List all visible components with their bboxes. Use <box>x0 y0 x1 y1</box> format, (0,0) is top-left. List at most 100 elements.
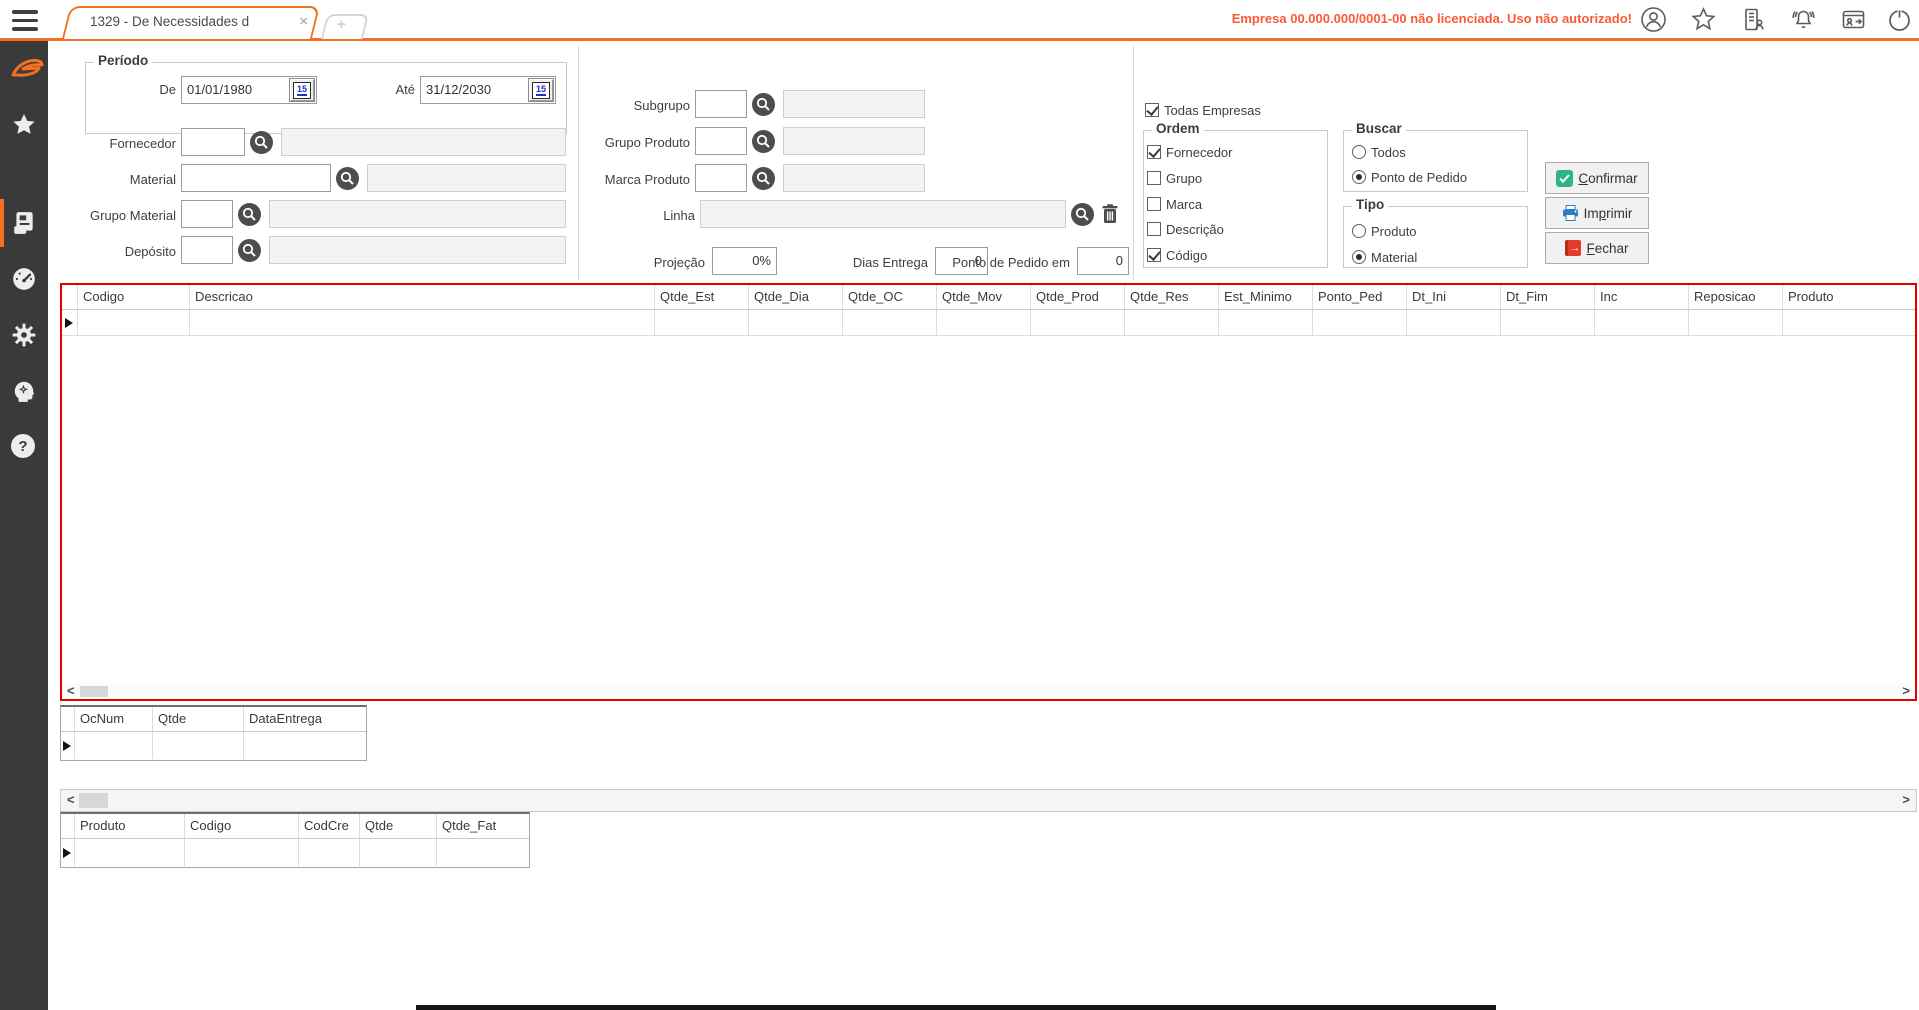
column-header[interactable]: OcNum <box>75 707 153 732</box>
sidebar-help-icon[interactable]: ? <box>11 434 37 460</box>
grid-cell[interactable] <box>360 839 437 866</box>
grid-cell[interactable] <box>1689 310 1783 336</box>
buscar-todos-label[interactable]: Todos <box>1371 145 1406 160</box>
tab-close-icon[interactable]: × <box>299 13 308 30</box>
app-logo[interactable] <box>11 55 44 85</box>
column-header[interactable]: Dt_Ini <box>1407 285 1501 310</box>
scroll-left-icon[interactable]: < <box>67 684 75 697</box>
grid-cell[interactable] <box>749 310 843 336</box>
grupo-material-search-icon[interactable] <box>238 203 261 226</box>
sidebar-reports-icon[interactable] <box>11 210 37 236</box>
column-header[interactable]: Qtde_Res <box>1125 285 1219 310</box>
favorites-star-icon[interactable] <box>1690 6 1717 33</box>
ate-calendar-button[interactable]: 15 <box>528 78 554 102</box>
grid-cell[interactable] <box>843 310 937 336</box>
de-calendar-button[interactable]: 15 <box>289 78 315 102</box>
grid-cell[interactable] <box>185 839 299 866</box>
material-search-icon[interactable] <box>336 167 359 190</box>
column-header[interactable]: Est_Minimo <box>1219 285 1313 310</box>
ordem-grupo-checkbox[interactable] <box>1147 171 1161 185</box>
table-row[interactable] <box>61 839 529 866</box>
column-header[interactable]: Reposicao <box>1689 285 1783 310</box>
tipo-material-radio[interactable] <box>1352 250 1366 264</box>
column-header[interactable]: Inc <box>1595 285 1689 310</box>
column-header[interactable]: Qtde_Prod <box>1031 285 1125 310</box>
hscroll-thumb[interactable] <box>80 686 108 697</box>
todas-empresas-checkbox[interactable] <box>1145 103 1159 117</box>
tipo-produto-radio[interactable] <box>1352 224 1366 238</box>
user-profile-icon[interactable] <box>1640 6 1667 33</box>
deposito-code-input[interactable] <box>181 236 233 264</box>
fornecedor-code-input[interactable] <box>181 128 245 156</box>
grid-cell[interactable] <box>1783 310 1915 336</box>
grid-cell[interactable] <box>78 310 190 336</box>
row-selector-cell[interactable] <box>61 732 75 759</box>
grupo-produto-code-input[interactable] <box>695 127 747 155</box>
switch-user-icon[interactable] <box>1840 6 1867 33</box>
deposito-search-icon[interactable] <box>238 239 261 262</box>
material-code-input[interactable] <box>181 164 331 192</box>
row-selector-cell[interactable] <box>61 839 75 866</box>
column-header[interactable]: Dt_Fim <box>1501 285 1595 310</box>
grid-cell[interactable] <box>1219 310 1313 336</box>
column-header[interactable]: Codigo <box>78 285 190 310</box>
scroll-right-icon[interactable]: > <box>1902 793 1910 806</box>
buscar-ponto-pedido-radio[interactable] <box>1352 170 1366 184</box>
column-header[interactable]: Qtde <box>153 707 244 732</box>
subgrupo-search-icon[interactable] <box>752 93 775 116</box>
power-icon[interactable] <box>1886 6 1913 33</box>
linha-clear-trash-icon[interactable] <box>1099 202 1121 226</box>
column-header[interactable]: Qtde_Est <box>655 285 749 310</box>
sidebar-settings-icon[interactable] <box>11 322 37 348</box>
sidebar-ai-assistant-icon[interactable] <box>11 378 37 404</box>
grid-cell[interactable] <box>1031 310 1125 336</box>
table-row[interactable] <box>61 732 366 759</box>
column-header[interactable]: Produto <box>75 814 185 839</box>
marca-produto-code-input[interactable] <box>695 164 747 192</box>
grupo-produto-search-icon[interactable] <box>752 130 775 153</box>
grid-cell[interactable] <box>153 732 244 759</box>
fechar-button[interactable]: → Fechar <box>1545 232 1649 264</box>
column-header[interactable]: Qtde_Fat <box>437 814 529 839</box>
grid-cell[interactable] <box>655 310 749 336</box>
grid-cell[interactable] <box>1501 310 1595 336</box>
buscar-todos-radio[interactable] <box>1352 145 1366 159</box>
grid-cell[interactable] <box>1125 310 1219 336</box>
ponto-pedido-input[interactable]: 0 <box>1077 247 1129 275</box>
imprimir-button[interactable]: Imprimir <box>1545 197 1649 229</box>
grid-cell[interactable] <box>937 310 1031 336</box>
column-header[interactable]: Qtde_OC <box>843 285 937 310</box>
ordem-codigo-label[interactable]: Código <box>1166 248 1207 263</box>
grid-cell[interactable] <box>1313 310 1407 336</box>
company-icon[interactable] <box>1740 6 1767 33</box>
fornecedor-search-icon[interactable] <box>250 131 273 154</box>
grupo-material-code-input[interactable] <box>181 200 233 228</box>
grid-cell[interactable] <box>190 310 655 336</box>
column-header[interactable]: CodCre <box>299 814 360 839</box>
column-header[interactable]: Ponto_Ped <box>1313 285 1407 310</box>
ordem-grupo-label[interactable]: Grupo <box>1166 171 1202 186</box>
buscar-ponto-pedido-label[interactable]: Ponto de Pedido <box>1371 170 1467 185</box>
grid-cell[interactable] <box>1407 310 1501 336</box>
hscroll-thumb[interactable] <box>79 793 108 808</box>
scroll-right-icon[interactable]: > <box>1902 684 1910 697</box>
confirmar-button[interactable]: Confirmar <box>1545 162 1649 194</box>
row-selector-cell[interactable] <box>62 310 78 336</box>
tipo-material-label[interactable]: Material <box>1371 250 1417 265</box>
hamburger-menu-icon[interactable] <box>12 10 38 31</box>
sidebar-dashboard-icon[interactable] <box>11 266 37 292</box>
ordem-fornecedor-checkbox[interactable] <box>1147 145 1161 159</box>
grid-cell[interactable] <box>244 732 366 759</box>
ordem-descricao-checkbox[interactable] <box>1147 222 1161 236</box>
ordem-descricao-label[interactable]: Descrição <box>1166 222 1224 237</box>
column-header[interactable]: Qtde_Mov <box>937 285 1031 310</box>
column-header[interactable]: DataEntrega <box>244 707 366 732</box>
table-row[interactable] <box>62 310 1915 336</box>
ordem-marca-label[interactable]: Marca <box>1166 197 1202 212</box>
column-header[interactable]: Codigo <box>185 814 299 839</box>
tab-necessidades[interactable]: 1329 - De Necessidades d × <box>61 6 321 39</box>
column-header[interactable]: Descricao <box>190 285 655 310</box>
scroll-left-icon[interactable]: < <box>67 793 75 806</box>
subgrupo-code-input[interactable] <box>695 90 747 118</box>
grid-cell[interactable] <box>75 732 153 759</box>
